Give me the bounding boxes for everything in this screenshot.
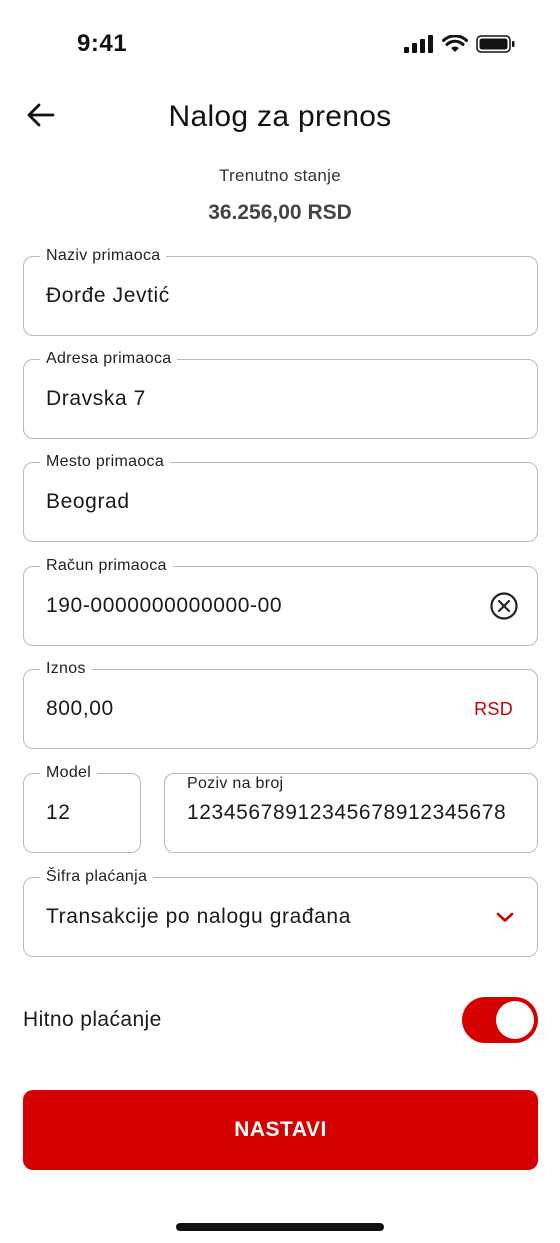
transfer-order-screen: 9:41 Nalog za prenos Trenutno stanje 36.… [0,0,560,1243]
amount-value[interactable]: 800,00 [46,670,114,748]
balance-label: Trenutno stanje [219,166,341,185]
status-time: 9:41 [77,30,128,57]
home-indicator [176,1223,384,1231]
clear-circle-icon[interactable] [489,567,519,645]
amount-currency: RSD [474,698,513,719]
amount-field[interactable]: Iznos 800,00 RSD [23,658,538,749]
reference-value[interactable]: 12345678912345678912345678 [187,774,506,852]
recipient-city-field[interactable]: Mesto primaoca Beograd [23,451,538,542]
payment-code-value[interactable]: Transakcije po nalogu građana [46,878,351,956]
recipient-city-value[interactable]: Beograd [46,463,130,541]
urgent-payment-label: Hitno plaćanje [23,1008,162,1031]
payment-code-select[interactable]: Šifra plaćanja Transakcije po nalogu gra… [23,866,538,957]
continue-button[interactable]: NASTAVI [23,1090,538,1170]
recipient-name-field[interactable]: Naziv primaoca Đorđe Jevtić [23,245,538,336]
recipient-name-value[interactable]: Đorđe Jevtić [46,257,170,335]
model-value[interactable]: 12 [46,774,71,852]
toggle-knob [496,1001,534,1039]
balance-value: 36.256,00 RSD [208,201,352,224]
recipient-address-value[interactable]: Dravska 7 [46,360,146,438]
urgent-payment-toggle[interactable] [462,997,538,1043]
status-icons [404,34,516,59]
battery-icon [476,34,516,59]
model-field[interactable]: Model 12 [23,762,141,853]
page-title: Nalog za prenos [168,100,392,133]
recipient-address-field[interactable]: Adresa primaoca Dravska 7 [23,348,538,439]
recipient-account-value[interactable]: 190-0000000000000-00 [46,567,282,645]
wifi-icon [442,34,468,58]
chevron-down-icon[interactable] [495,878,515,956]
cellular-signal-icon [404,35,434,58]
recipient-account-field[interactable]: Račun primaoca 190-0000000000000-00 [23,555,538,646]
reference-field[interactable]: Poziv na broj 12345678912345678912345678 [164,773,538,853]
